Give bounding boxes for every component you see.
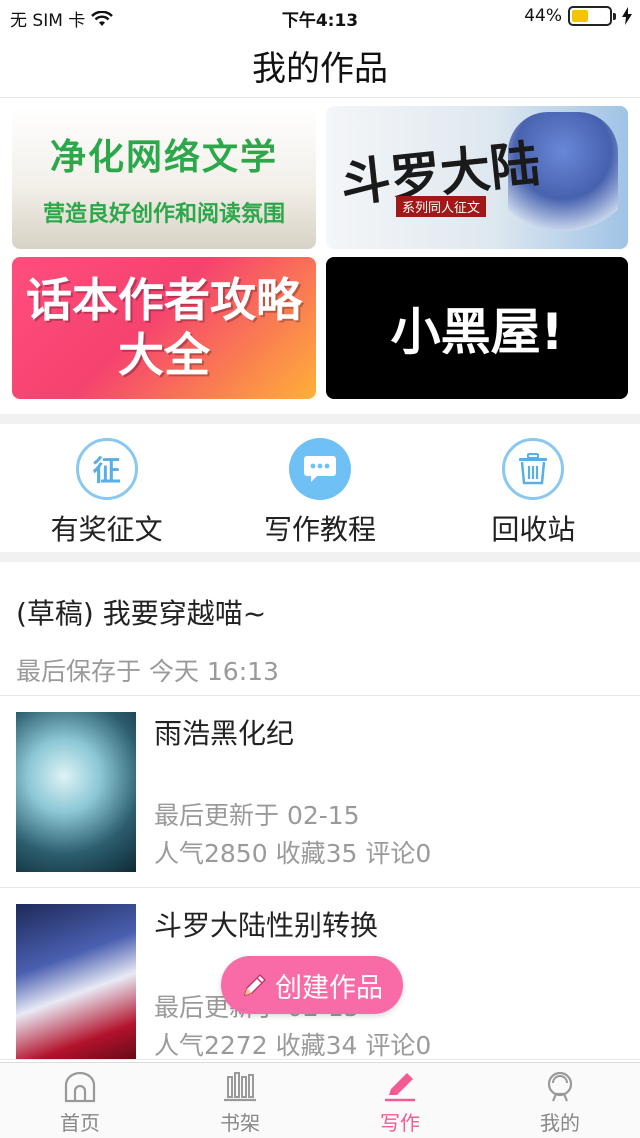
tab-write-label: 写作 [380, 1111, 420, 1135]
section-divider [0, 414, 640, 424]
banner-douluo-contest[interactable]: 斗罗大陆 系列同人征文 [326, 106, 628, 249]
banner-grid: 净化网络文学 营造良好创作和阅读氛围 斗罗大陆 系列同人征文 话本作者攻略 大全… [0, 98, 640, 416]
tab-bar: 首页 书架 写作 我的 [0, 1062, 640, 1138]
tab-write[interactable]: 写作 [320, 1063, 480, 1138]
tab-home-label: 首页 [60, 1111, 100, 1135]
banner-4-line1: 小黑屋! [390, 303, 564, 361]
work-cover-image [16, 712, 136, 872]
status-right: 44% [524, 6, 632, 26]
banner-2-line2: 系列同人征文 [396, 196, 487, 217]
create-work-button[interactable]: 创建作品 [221, 956, 403, 1014]
banner-blackroom[interactable]: 小黑屋! [326, 257, 628, 399]
tab-home[interactable]: 首页 [0, 1063, 160, 1138]
draft-saved-time: 最后保存于 今天 16:13 [16, 657, 279, 686]
action-tutorial-label: 写作教程 [263, 513, 376, 546]
page-title: 我的作品 [252, 49, 388, 89]
work-item[interactable]: 雨浩黑化纪 最后更新于 02-15 人气2850 收藏35 评论0 [0, 696, 640, 888]
banner-3-line1: 话本作者攻略 [26, 272, 302, 327]
tab-profile-label: 我的 [540, 1111, 580, 1135]
pencil-icon [243, 973, 267, 997]
banner-3-line2: 大全 [118, 328, 210, 382]
action-contest-label: 有奖征文 [50, 513, 163, 546]
tab-bookshelf[interactable]: 书架 [160, 1063, 320, 1138]
battery-percent: 44% [524, 6, 562, 26]
status-bar: 无 SIM 卡 下午4:13 44% [0, 0, 640, 34]
action-recycle-bin[interactable]: 回收站 [427, 424, 640, 554]
work-title: 雨浩黑化纪 [154, 717, 295, 750]
pencil-icon [380, 1069, 420, 1105]
banner-1-line2: 营造良好创作和阅读氛围 [42, 201, 285, 227]
tab-profile[interactable]: 我的 [480, 1063, 640, 1138]
tab-bookshelf-label: 书架 [220, 1111, 260, 1135]
trash-icon [502, 438, 565, 500]
action-recycle-label: 回收站 [491, 513, 576, 546]
home-icon [60, 1069, 100, 1105]
create-work-label: 创建作品 [275, 972, 383, 1004]
banner-author-guide[interactable]: 话本作者攻略 大全 [12, 257, 316, 399]
chat-bubble-icon [288, 438, 351, 500]
banner-purify-literature[interactable]: 净化网络文学 营造良好创作和阅读氛围 [12, 106, 316, 249]
section-divider [0, 552, 640, 562]
work-stats: 人气2272 收藏34 评论0 [154, 1031, 432, 1060]
work-title: 斗罗大陆性别转换 [154, 909, 379, 942]
action-tutorial[interactable]: 写作教程 [213, 424, 426, 554]
banner-1-line1: 净化网络文学 [49, 136, 278, 178]
work-updated: 最后更新于 02-15 [154, 801, 360, 830]
draft-item[interactable]: (草稿) 我要穿越喵~ 最后保存于 今天 16:13 [0, 562, 640, 696]
nav-bar: 我的作品 [0, 34, 640, 98]
battery-icon [568, 6, 616, 26]
action-contest[interactable]: 征 有奖征文 [0, 424, 213, 554]
charging-bolt-icon [622, 7, 632, 25]
work-cover-image [16, 904, 136, 1059]
battery-fill [572, 10, 588, 22]
work-stats: 人气2850 收藏35 评论0 [154, 839, 432, 868]
contest-icon: 征 [75, 438, 138, 500]
draft-title: (草稿) 我要穿越喵~ [16, 597, 267, 630]
profile-icon [540, 1069, 580, 1105]
quick-actions: 征 有奖征文 写作教程 回收站 [0, 424, 640, 554]
bookshelf-icon [220, 1069, 260, 1105]
